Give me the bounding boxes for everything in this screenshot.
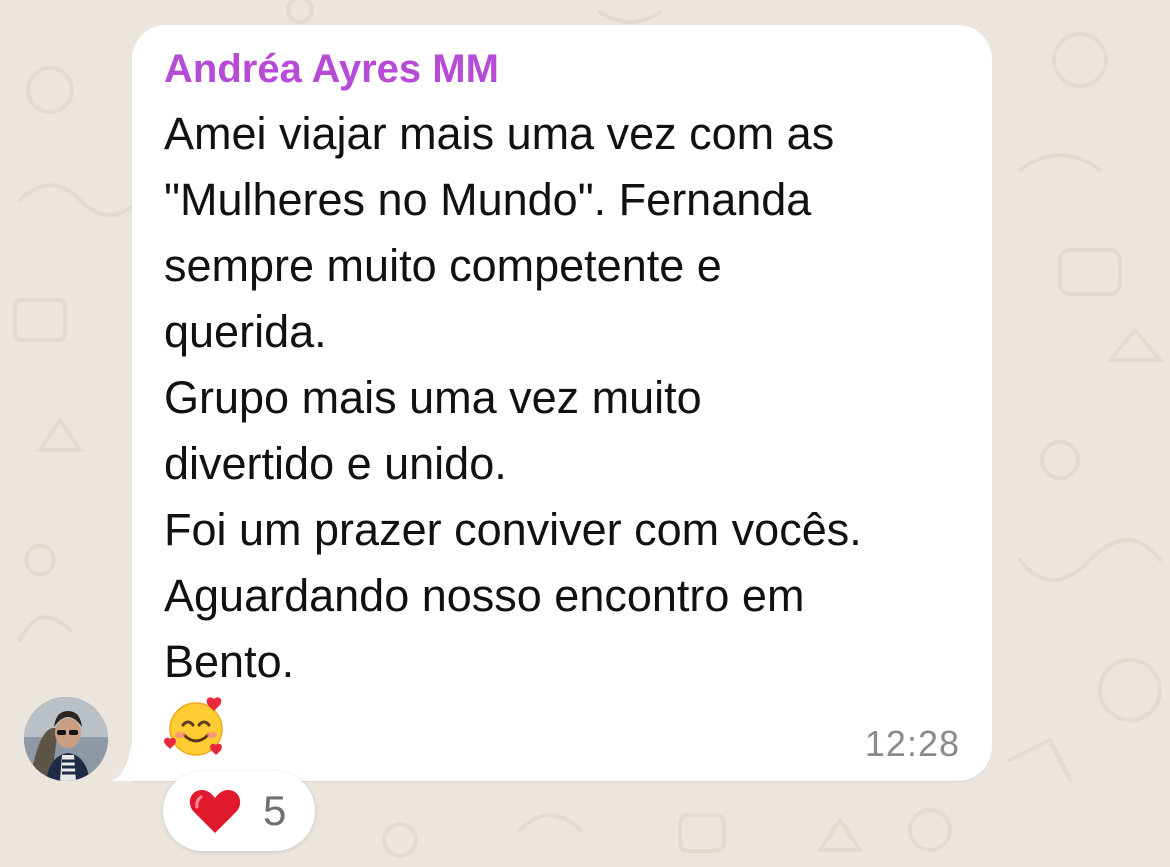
reaction-pill[interactable]: 5: [163, 771, 315, 851]
sender-name[interactable]: Andréa Ayres MM: [164, 47, 499, 92]
reaction-count: 5: [263, 787, 287, 834]
message-bubble[interactable]: Andréa Ayres MM Amei viajar mais uma vez…: [132, 25, 992, 781]
message-timestamp: 12:28: [864, 723, 960, 764]
message-line: sempre muito competente e: [164, 240, 722, 291]
message-line: Foi um prazer conviver com vocês.: [164, 504, 862, 555]
message-text: Amei viajar mais uma vez com as "Mulhere…: [164, 101, 984, 695]
message-line: Grupo mais uma vez muito: [164, 372, 702, 423]
red-heart-icon: [189, 790, 241, 833]
message-line: querida.: [164, 306, 327, 357]
message-line: Amei viajar mais uma vez com as: [164, 108, 835, 159]
message-line: "Mulheres no Mundo". Fernanda: [164, 174, 812, 225]
message-line: Bento.: [164, 636, 295, 687]
smiling-face-with-hearts-icon: [164, 697, 223, 756]
message-line: Aguardando nosso encontro em: [164, 570, 805, 621]
message-line: divertido e unido.: [164, 438, 507, 489]
avatar[interactable]: [24, 697, 108, 781]
